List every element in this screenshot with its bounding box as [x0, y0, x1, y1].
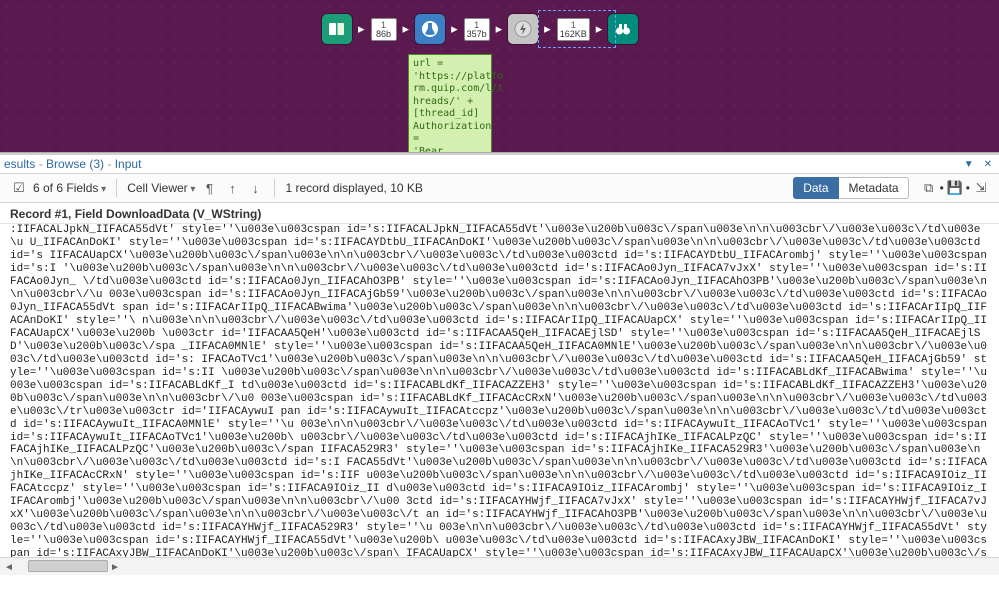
connector-arrow: ▸ — [358, 21, 365, 37]
record-body[interactable]: :IIFACALJpkN_IIFACA55dVt' style=''\u003e… — [0, 223, 999, 557]
pilcrow-icon[interactable]: ¶ — [200, 179, 218, 197]
tab-label-c: Input — [115, 157, 142, 171]
horizontal-scrollbar[interactable]: ◄ ► — [0, 557, 999, 575]
connector-arrow: ▸ — [496, 21, 503, 37]
tab-dropdown-icon[interactable]: ▼ — [961, 159, 977, 170]
tool-formula[interactable] — [415, 14, 445, 44]
save-icon[interactable]: 💾 — [945, 179, 965, 197]
conn1-size: 86b — [374, 30, 394, 39]
connector-arrow: ▸ — [403, 21, 410, 37]
fields-dropdown[interactable]: 6 of 6 Fields — [33, 181, 106, 195]
connector-tag-3[interactable]: 1 162KB — [557, 18, 590, 41]
annotation-box[interactable]: url = 'https://platfo rm.quip.com/l/t hr… — [408, 54, 492, 152]
records-label: 1 record displayed, 10 KB — [285, 181, 422, 195]
conn3-size: 162KB — [560, 30, 587, 39]
results-toolbar: ☑ 6 of 6 Fields Cell Viewer ¶ ↑ ↓ 1 reco… — [0, 174, 999, 203]
connector-arrow: ▸ — [596, 21, 603, 37]
check-icon[interactable]: ☑ — [10, 179, 28, 197]
results-tab-bar: esults - Browse (3) - Input ▼ ✕ — [0, 155, 999, 174]
connector-arrow: ▸ — [544, 21, 551, 37]
copy-icon[interactable]: ⧉ — [919, 179, 939, 197]
cell-viewer-dropdown[interactable]: Cell Viewer — [127, 181, 195, 195]
arrow-down-icon[interactable]: ↓ — [246, 179, 264, 197]
arrow-up-icon[interactable]: ↑ — [223, 179, 241, 197]
browse-tab[interactable]: esults - Browse (3) - Input — [4, 157, 141, 171]
workflow-canvas[interactable]: ▸ 1 86b ▸ ▸ 1 357b ▸ ▸ 1 162KB ▸ url = '… — [0, 0, 999, 152]
tab-label-a: esults — [4, 157, 35, 171]
tool-text-input[interactable] — [322, 14, 352, 44]
connector-arrow: ▸ — [451, 21, 458, 37]
tab-close-icon[interactable]: ✕ — [981, 159, 995, 170]
tab-label-b: Browse (3) — [46, 157, 104, 171]
metadata-tab-button[interactable]: Metadata — [840, 177, 909, 199]
connector-tag-2[interactable]: 1 357b — [464, 18, 490, 41]
tool-browse[interactable] — [608, 14, 638, 44]
connector-tag-1[interactable]: 1 86b — [371, 18, 397, 41]
conn2-size: 357b — [467, 30, 487, 39]
data-tab-button[interactable]: Data — [793, 177, 838, 199]
scroll-left-icon[interactable]: ◄ — [0, 558, 18, 576]
scroll-thumb[interactable] — [28, 560, 108, 572]
tool-download[interactable] — [508, 14, 538, 44]
scroll-right-icon[interactable]: ► — [106, 558, 124, 576]
record-header: Record #1, Field DownloadData (V_WString… — [0, 203, 999, 223]
popout-icon[interactable]: ⇲ — [971, 179, 991, 197]
